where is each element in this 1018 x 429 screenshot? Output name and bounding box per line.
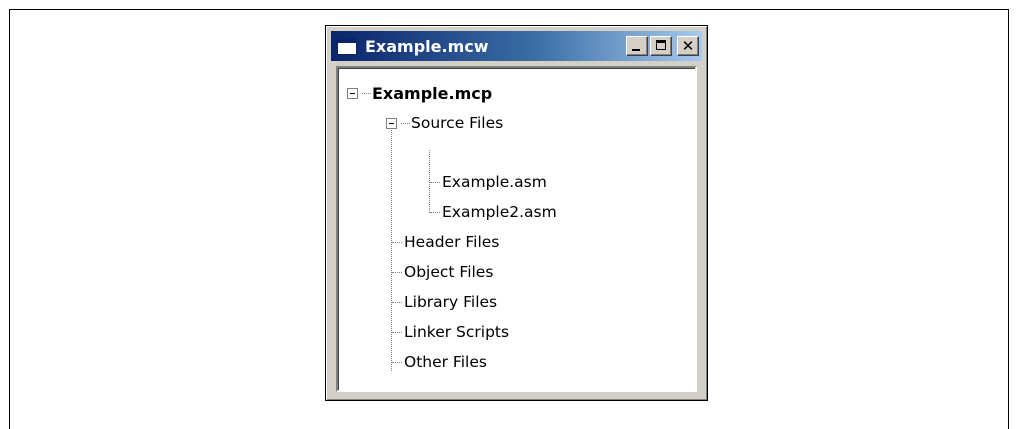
tree-line xyxy=(392,362,402,363)
tree-node-library-files[interactable]: Library Files xyxy=(404,287,497,317)
tree-line xyxy=(392,242,402,243)
tree-node-source-files[interactable]: Source Files xyxy=(411,108,503,138)
tree-line xyxy=(362,93,371,94)
tree-line-root xyxy=(391,119,392,371)
tree-node-object-files[interactable]: Object Files xyxy=(404,257,493,287)
tree-node-file[interactable]: Example2.asm xyxy=(442,197,557,227)
tree-node-label: Header Files xyxy=(404,233,500,251)
tree-line xyxy=(392,332,402,333)
tree-node-label: Library Files xyxy=(404,293,498,311)
minimize-button[interactable] xyxy=(626,36,648,56)
minimize-icon xyxy=(632,49,640,51)
tree-node-label: Example2.asm xyxy=(442,203,557,221)
tree-node-header-files[interactable]: Header Files xyxy=(404,227,499,257)
tree-node-label: Example.mcp xyxy=(372,83,493,103)
project-tree-pane[interactable]: Example.mcp Source Files Example.asm Exa… xyxy=(336,66,697,392)
tree-node-file[interactable]: Example.asm xyxy=(442,167,547,197)
tree-node-label: Object Files xyxy=(404,263,494,281)
collapse-icon[interactable] xyxy=(386,118,397,129)
tree-node-other-files[interactable]: Other Files xyxy=(404,347,487,377)
close-button[interactable]: ✕ xyxy=(677,36,699,56)
maximize-button[interactable] xyxy=(650,36,672,56)
title-bar[interactable]: Example.mcw ✕ xyxy=(331,31,702,61)
tree-node-label: Other Files xyxy=(404,353,487,371)
close-icon: ✕ xyxy=(681,36,695,55)
tree-line xyxy=(430,182,440,183)
tree-node-label: Source Files xyxy=(411,114,504,132)
window-icon xyxy=(337,37,357,55)
window-controls: ✕ xyxy=(626,36,699,56)
tree-line xyxy=(392,272,402,273)
project-window[interactable]: Example.mcw ✕ Example.mcp Source Files E… xyxy=(325,25,708,401)
project-tree: Example.mcp Source Files Example.asm Exa… xyxy=(338,68,695,390)
tree-line xyxy=(401,123,410,124)
window-title: Example.mcw xyxy=(365,36,489,56)
collapse-icon[interactable] xyxy=(347,88,358,99)
tree-line xyxy=(392,302,402,303)
maximize-icon xyxy=(656,40,666,50)
tree-node-label: Linker Scripts xyxy=(404,323,510,341)
tree-node-label: Example.asm xyxy=(442,173,547,191)
tree-node-root[interactable]: Example.mcp xyxy=(372,78,492,108)
tree-line xyxy=(430,212,440,213)
tree-node-linker-scripts[interactable]: Linker Scripts xyxy=(404,317,509,347)
